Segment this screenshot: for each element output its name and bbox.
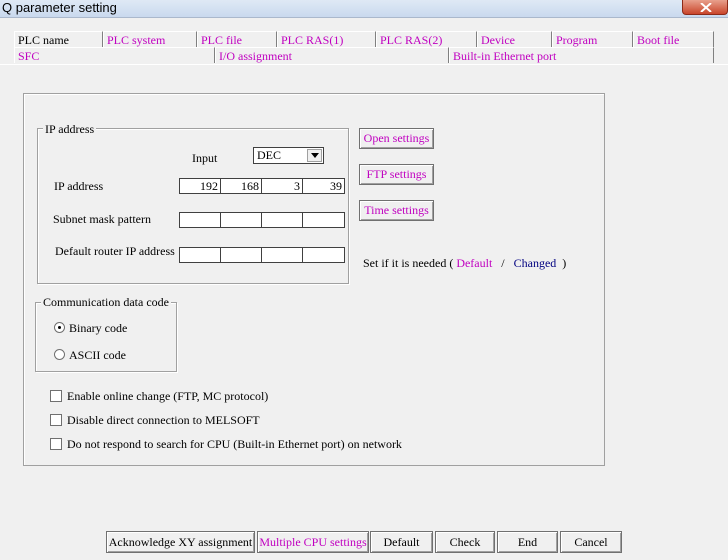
do-not-respond-search-option[interactable]: Do not respond to search for CPU (Built-… <box>50 437 402 451</box>
multiple-cpu-settings-button[interactable]: Multiple CPU settings <box>257 531 369 553</box>
close-button[interactable] <box>682 0 728 15</box>
subnet-octet-4[interactable] <box>303 213 344 227</box>
legend-prefix: Set if it is needed ( <box>363 256 454 270</box>
legend-default: Default <box>456 256 493 270</box>
legend-suffix: ) <box>562 256 567 270</box>
enable-online-change-label: Enable online change (FTP, MC protocol) <box>67 389 269 403</box>
ascii-code-option[interactable]: ASCII code <box>54 348 164 362</box>
ip-octet-2[interactable]: 168 <box>221 179 262 193</box>
check-button[interactable]: Check <box>435 531 495 553</box>
ftp-settings-button[interactable]: FTP settings <box>359 164 434 185</box>
tab-plc-ras-1[interactable]: PLC RAS(1) <box>277 31 376 47</box>
ip-address-group-label: IP address <box>43 122 97 136</box>
legend-separator: / <box>501 256 505 270</box>
time-settings-button[interactable]: Time settings <box>359 200 434 221</box>
ip-octet-4[interactable]: 39 <box>303 179 344 193</box>
input-mode-value: DEC <box>257 148 281 162</box>
disable-direct-connection-option[interactable]: Disable direct connection to MELSOFT <box>50 413 350 427</box>
binary-code-label: Binary code <box>69 321 128 335</box>
ascii-code-label: ASCII code <box>69 348 126 362</box>
subnet-octet-2[interactable] <box>221 213 262 227</box>
tab-io-assignment[interactable]: I/O assignment <box>215 47 449 63</box>
open-settings-button[interactable]: Open settings <box>359 128 434 149</box>
enable-online-change-option[interactable]: Enable online change (FTP, MC protocol) <box>50 389 350 403</box>
ip-octet-3[interactable]: 3 <box>262 179 303 193</box>
tab-builtin-ethernet-port[interactable]: Built-in Ethernet port <box>449 47 714 63</box>
disable-direct-connection-label: Disable direct connection to MELSOFT <box>67 413 260 427</box>
binary-code-option[interactable]: Binary code <box>54 321 164 335</box>
close-icon <box>700 3 712 12</box>
tab-program[interactable]: Program <box>552 31 633 47</box>
default-button[interactable]: Default <box>370 531 433 553</box>
router-octet-4[interactable] <box>303 248 344 262</box>
end-button[interactable]: End <box>497 531 558 553</box>
radio-selected-dot <box>58 326 61 329</box>
ascii-code-radio[interactable] <box>54 349 65 360</box>
chevron-down-icon <box>311 153 319 158</box>
input-mode-label: Input <box>192 151 218 165</box>
cancel-button[interactable]: Cancel <box>560 531 622 553</box>
subnet-octet-1[interactable] <box>180 213 221 227</box>
ip-address-field[interactable]: 192 168 3 39 <box>179 178 345 194</box>
router-octet-2[interactable] <box>221 248 262 262</box>
tab-plc-file[interactable]: PLC file <box>197 31 277 47</box>
window-title: Q parameter setting <box>2 0 117 15</box>
tab-plc-system[interactable]: PLC system <box>103 31 197 47</box>
tab-device[interactable]: Device <box>477 31 552 47</box>
input-mode-select[interactable]: DEC <box>253 147 324 164</box>
disable-direct-connection-checkbox[interactable] <box>50 414 62 426</box>
default-router-field[interactable] <box>179 247 345 263</box>
subnet-mask-label: Subnet mask pattern <box>53 212 151 226</box>
tab-sfc[interactable]: SFC <box>14 47 215 63</box>
default-router-label: Default router IP address <box>55 244 175 258</box>
ip-address-label: IP address <box>54 179 104 193</box>
do-not-respond-search-label: Do not respond to search for CPU (Built-… <box>67 437 402 451</box>
comm-code-group-label: Communication data code <box>41 295 171 309</box>
legend-changed: Changed <box>513 256 557 270</box>
enable-online-change-checkbox[interactable] <box>50 390 62 402</box>
tab-strip: PLC name PLC system PLC file PLC RAS(1) … <box>0 30 728 66</box>
acknowledge-xy-assignment-button[interactable]: Acknowledge XY assignment <box>106 531 255 553</box>
tab-boot-file[interactable]: Boot file <box>633 31 714 47</box>
binary-code-radio[interactable] <box>54 322 65 333</box>
ip-octet-1[interactable]: 192 <box>180 179 221 193</box>
tab-plc-name[interactable]: PLC name <box>14 31 103 47</box>
title-bar: Q parameter setting <box>0 0 728 18</box>
do-not-respond-search-checkbox[interactable] <box>50 438 62 450</box>
subnet-mask-field[interactable] <box>179 212 345 228</box>
router-octet-1[interactable] <box>180 248 221 262</box>
subnet-octet-3[interactable] <box>262 213 303 227</box>
tab-plc-ras-2[interactable]: PLC RAS(2) <box>376 31 477 47</box>
router-octet-3[interactable] <box>262 248 303 262</box>
dropdown-button[interactable] <box>307 149 322 162</box>
color-legend: Set if it is needed ( Default / Changed … <box>363 256 566 270</box>
tab-divider <box>0 64 728 65</box>
